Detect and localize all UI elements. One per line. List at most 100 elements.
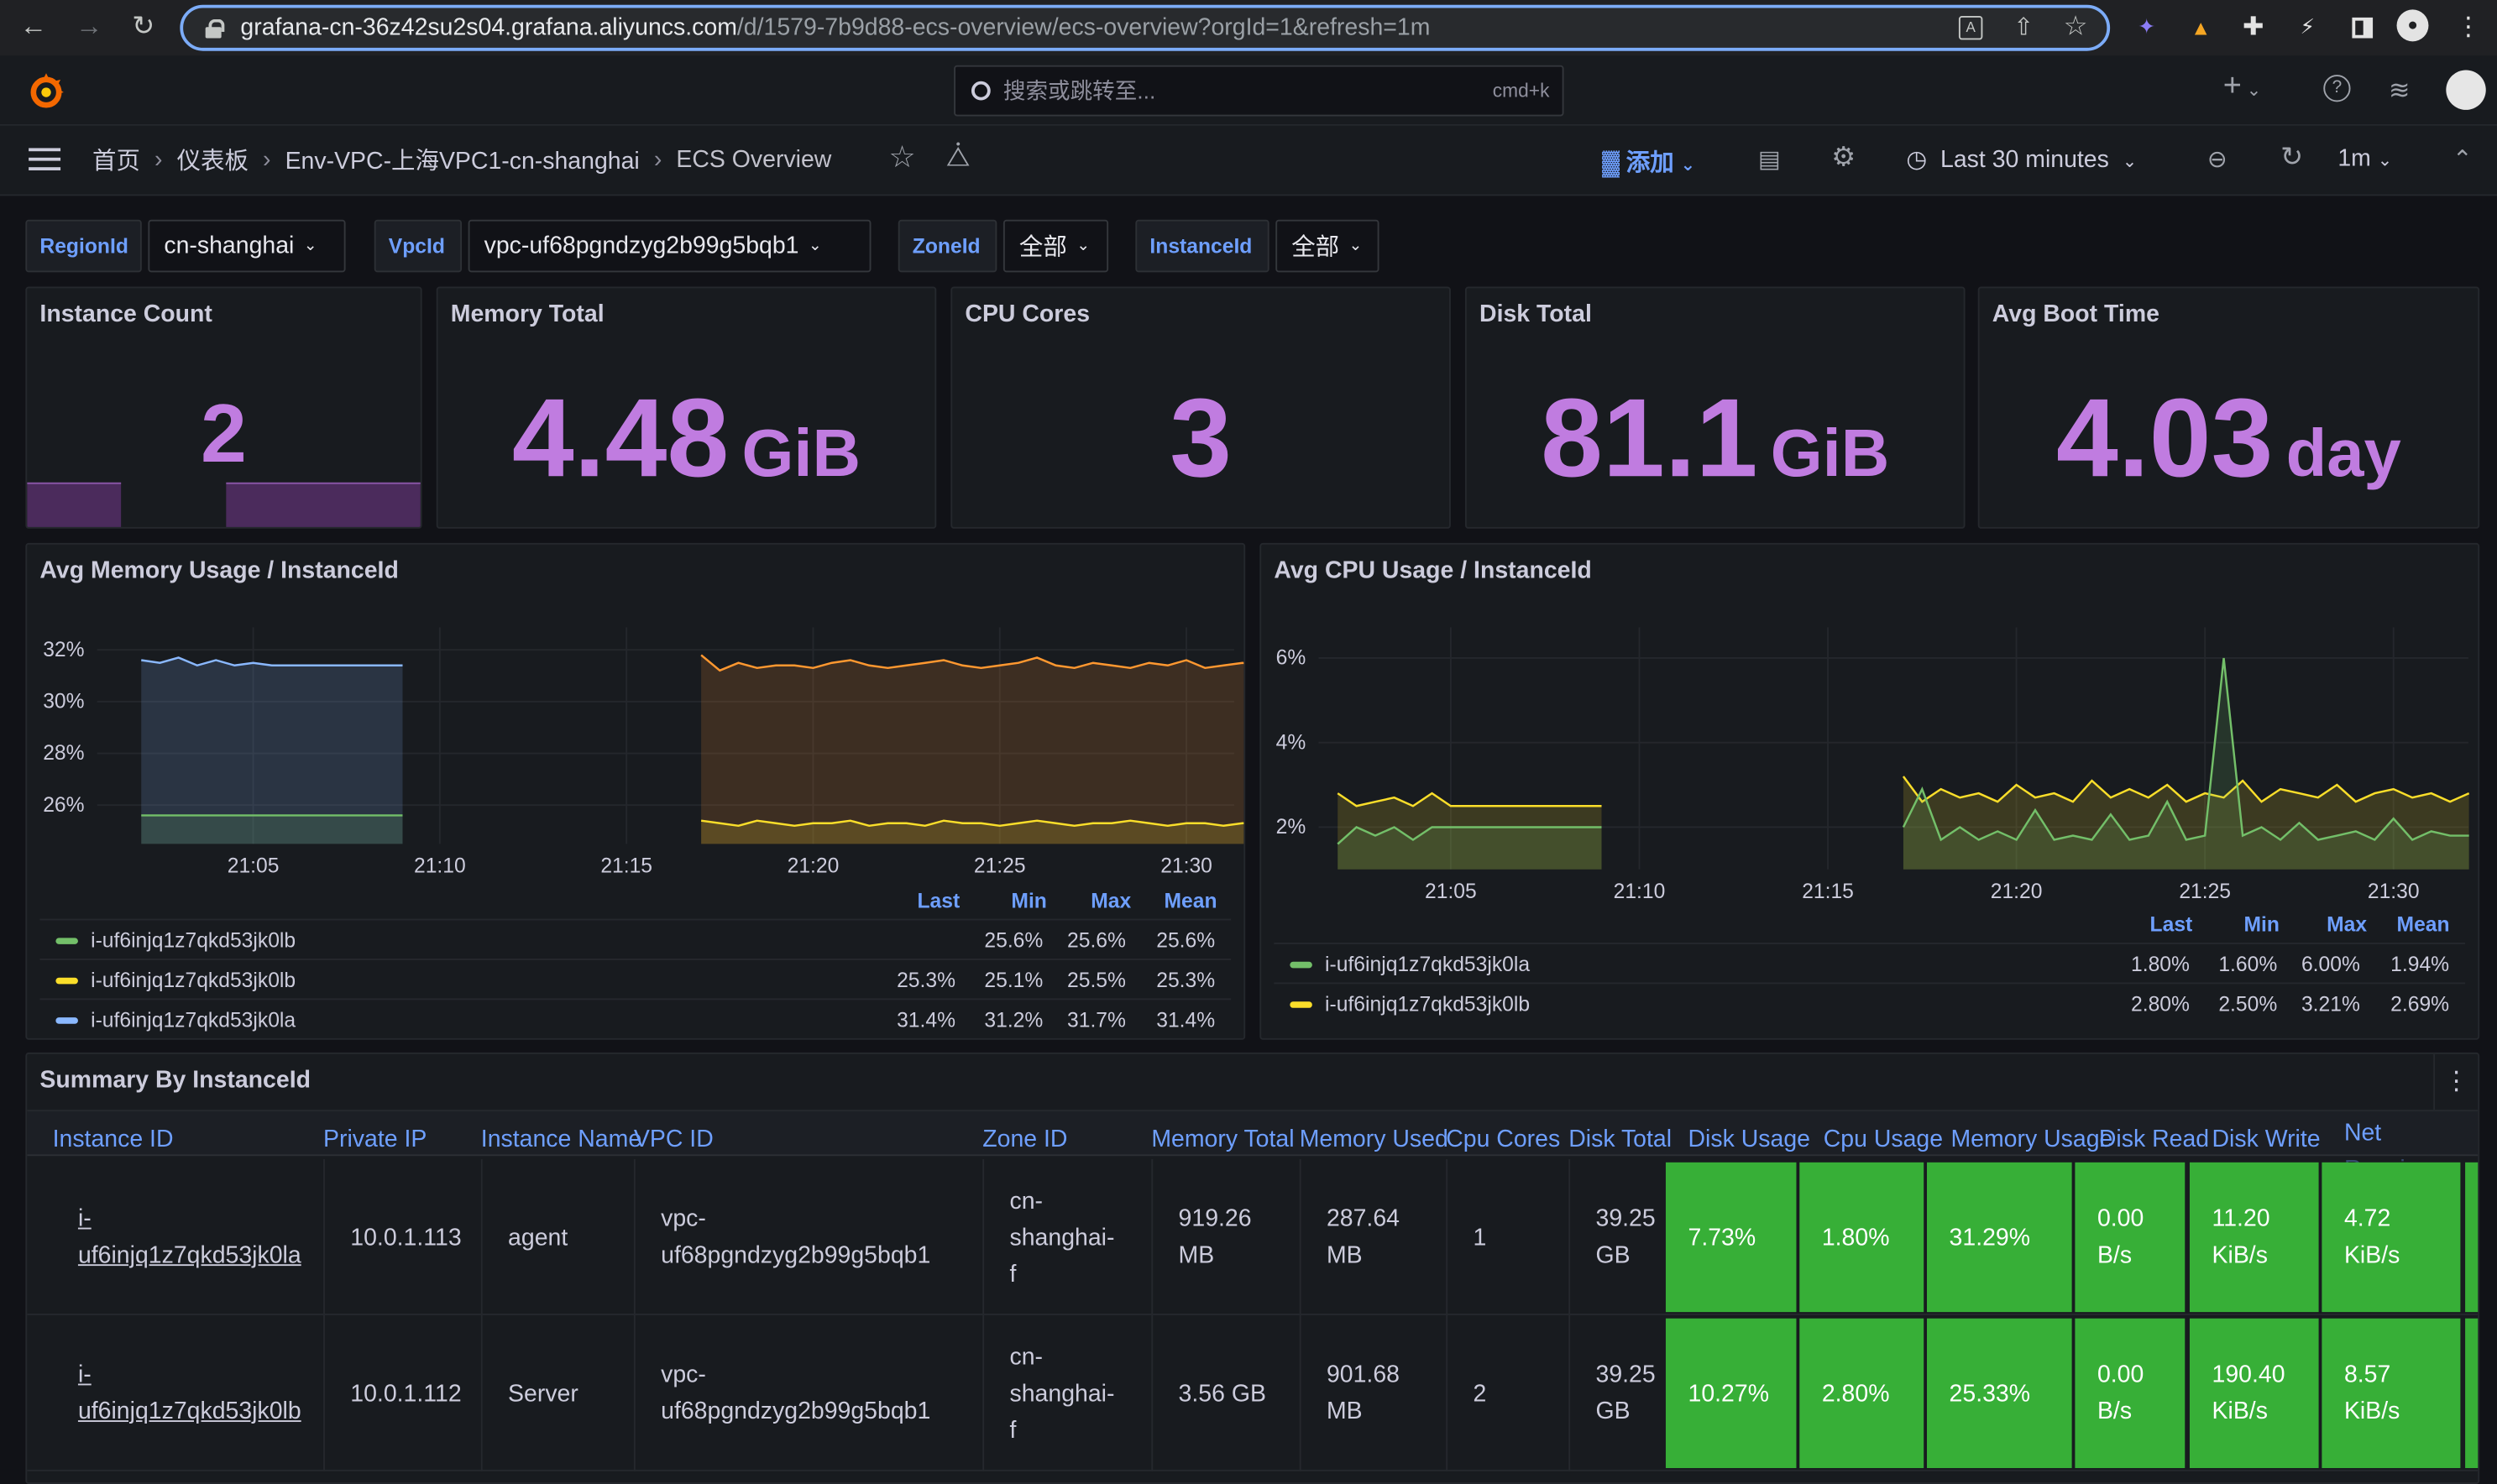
variable-select-vpcid[interactable]: vpc-uf68pgndzyg2b99g5bqb1 ⌄ [468, 219, 872, 273]
legend-header[interactable]: Mean [2397, 912, 2450, 936]
stat-value: 81.1 GiB [1541, 375, 1890, 500]
legend-header[interactable]: Max [2327, 912, 2367, 936]
legend-header[interactable]: Last [917, 889, 960, 912]
stat-panel-cpu-cores[interactable]: CPU Cores 3 [950, 286, 1451, 529]
new-button[interactable]: + ⌄ [2223, 69, 2261, 106]
grafana-logo-icon[interactable] [25, 70, 66, 111]
column-header[interactable]: Disk Usage [1688, 1126, 1810, 1152]
extension-icon[interactable]: ▲ [2183, 9, 2218, 44]
table-cell-instance-id[interactable]: i-uf6injq1z7qkd53jk0lb [53, 1315, 323, 1471]
search-placeholder: 搜索或跳转至... [1002, 77, 1156, 104]
legend-series-name[interactable]: i-uf6injq1z7qkd53jk0la [1325, 952, 1530, 975]
reload-icon[interactable]: ↻ [124, 8, 163, 46]
legend-header[interactable]: Min [2243, 912, 2279, 936]
column-header[interactable]: Disk Write [2212, 1126, 2321, 1152]
legend-header[interactable]: Last [2150, 912, 2193, 936]
legend-series-name[interactable]: i-uf6injq1z7qkd53jk0lb [91, 928, 296, 952]
puzzle-icon[interactable]: ✚ [2236, 9, 2271, 44]
stat-panel-avg-boot-time[interactable]: Avg Boot Time 4.03 day [1977, 286, 2480, 529]
table-cell-name: Server [480, 1314, 634, 1471]
stat-panel-disk-total[interactable]: Disk Total 81.1 GiB [1464, 286, 1966, 529]
x-tick-label: 21:20 [1991, 880, 2043, 903]
column-header[interactable]: Instance ID [53, 1126, 174, 1152]
collapse-chevron-up-icon[interactable]: ⌃ [2453, 145, 2473, 174]
profile-icon[interactable]: ● [2396, 9, 2429, 42]
stat-value: 3 [1170, 375, 1233, 500]
legend-header[interactable]: Min [1011, 889, 1046, 912]
column-header[interactable]: Private IP [323, 1126, 427, 1152]
x-tick-label: 21:05 [228, 855, 280, 878]
summary-table-panel[interactable]: Summary By InstanceId ⋮ Instance ID Priva… [25, 1052, 2480, 1484]
column-header[interactable]: Memory Usage [1950, 1126, 2112, 1152]
legend-header[interactable]: Mean [1164, 889, 1217, 912]
sidepanel-icon[interactable] [2344, 9, 2379, 44]
table-cell-zone: cn-shanghai-f [982, 1159, 1151, 1315]
variable-select-zoneid[interactable]: 全部 ⌄ [1002, 219, 1109, 273]
legend-color-swatch [55, 977, 78, 985]
legend-series-name[interactable]: i-uf6injq1z7qkd53jk0la [91, 1008, 296, 1032]
refresh-interval-picker[interactable]: 1m ⌄ [2337, 145, 2392, 172]
refresh-icon[interactable]: ↻ [2280, 142, 2303, 174]
news-feed-icon[interactable]: ≋ [2389, 75, 2410, 107]
menu-icon[interactable] [29, 148, 61, 170]
save-icon[interactable]: ▤ [1758, 145, 1781, 174]
address-bar[interactable]: grafana-cn-36z42su2s04.grafana.aliyuncs.… [180, 4, 2111, 51]
x-tick-label: 21:15 [1802, 880, 1854, 903]
legend-series-name[interactable]: i-uf6injq1z7qkd53jk0lb [91, 968, 296, 991]
table-cell-disk-usage: 7.73% [1665, 1162, 1797, 1313]
table-cell-disk-write: 11.20 KiB/s [2189, 1162, 2319, 1313]
translate-icon[interactable]: A [1958, 15, 1983, 40]
cpu-usage-panel[interactable]: Avg CPU Usage / InstanceId 21:05 21:10 21:… [1259, 542, 2480, 1040]
series-area [701, 655, 1244, 844]
column-header[interactable]: Cpu Usage [1824, 1126, 1943, 1152]
user-avatar[interactable] [2446, 70, 2486, 110]
legend-min-value: 25.6% [984, 928, 1044, 953]
bookmark-star-icon[interactable]: ☆ [2064, 11, 2088, 43]
table-cell-instance-id[interactable]: i-uf6injq1z7qkd53jk0la [53, 1159, 323, 1315]
memory-usage-panel[interactable]: Avg Memory Usage / InstanceId 21:05 21:10… [25, 542, 1246, 1040]
extension-icon[interactable]: ⚡ [2290, 9, 2325, 44]
stat-value: 4.48 GiB [511, 375, 861, 500]
x-tick-label: 21:25 [974, 855, 1026, 878]
table-cell-disk-read: 0.00 B/s [2075, 1318, 2186, 1469]
url-path: /d/1579-7b9d88-ecs-overview/ecs-overview… [736, 14, 1431, 42]
legend-max-value: 3.21% [2301, 991, 2360, 1016]
variable-select-instanceid[interactable]: 全部 ⌄ [1275, 219, 1379, 273]
favorite-star-icon[interactable]: ☆ [888, 140, 915, 177]
help-icon[interactable]: ? [2323, 75, 2351, 102]
share-icon[interactable]: ⧊ [946, 142, 971, 174]
column-header[interactable]: Disk Total [1568, 1126, 1672, 1152]
legend-series-name[interactable]: i-uf6injq1z7qkd53jk0lb [1325, 992, 1530, 1016]
search-input[interactable]: 搜索或跳转至... cmd+k [954, 65, 1564, 117]
table-cell-ip: 10.0.1.113 [323, 1159, 481, 1315]
extension-icon[interactable]: ✦ [2129, 9, 2165, 44]
settings-gear-icon[interactable]: ⚙ [1831, 142, 1856, 174]
table-cell-disk-write: 190.40 KiB/s [2189, 1318, 2319, 1469]
stat-panel-instance-count[interactable]: Instance Count 2 [25, 286, 422, 529]
table-cell-net-recv: 4.72 KiB/s [2322, 1162, 2461, 1313]
column-header[interactable]: Memory Used [1300, 1126, 1448, 1152]
column-header[interactable]: Instance Name [481, 1126, 641, 1152]
back-icon[interactable]: ← [14, 8, 53, 46]
column-header[interactable]: Memory Total [1151, 1126, 1294, 1152]
breadcrumb-home[interactable]: 首页 [92, 144, 140, 177]
share-icon[interactable]: ⇧ [2013, 13, 2034, 41]
column-header[interactable]: Cpu Cores [1446, 1126, 1560, 1152]
column-header[interactable]: VPC ID [634, 1126, 714, 1152]
breadcrumb-folder[interactable]: Env-VPC-上海VPC1-cn-shanghai [285, 144, 640, 177]
table-cell-ip: 10.0.1.112 [323, 1314, 481, 1471]
column-header[interactable]: Zone ID [982, 1126, 1067, 1152]
variable-select-regionid[interactable]: cn-shanghai ⌄ [148, 219, 346, 273]
column-header[interactable]: Disk Read [2099, 1126, 2209, 1152]
more-icon[interactable]: ⋮ [2451, 9, 2486, 44]
zoom-out-icon[interactable]: ⊖ [2207, 145, 2227, 174]
add-button[interactable]: ▓ 添加 ⌄ [1602, 145, 1695, 179]
time-picker[interactable]: ◷ Last 30 minutes ⌄ [1906, 145, 2137, 174]
table-cell-mem-total: 3.56 GB [1151, 1314, 1299, 1471]
legend-header[interactable]: Max [1091, 889, 1131, 912]
panel-menu-icon[interactable]: ⋮ [2433, 1053, 2478, 1110]
table-cell-disk-read: 0.00 B/s [2075, 1162, 2186, 1313]
breadcrumb-dashboards[interactable]: 仪表板 [177, 144, 249, 177]
forward-icon[interactable]: → [70, 8, 108, 46]
stat-panel-memory-total[interactable]: Memory Total 4.48 GiB [436, 286, 937, 529]
